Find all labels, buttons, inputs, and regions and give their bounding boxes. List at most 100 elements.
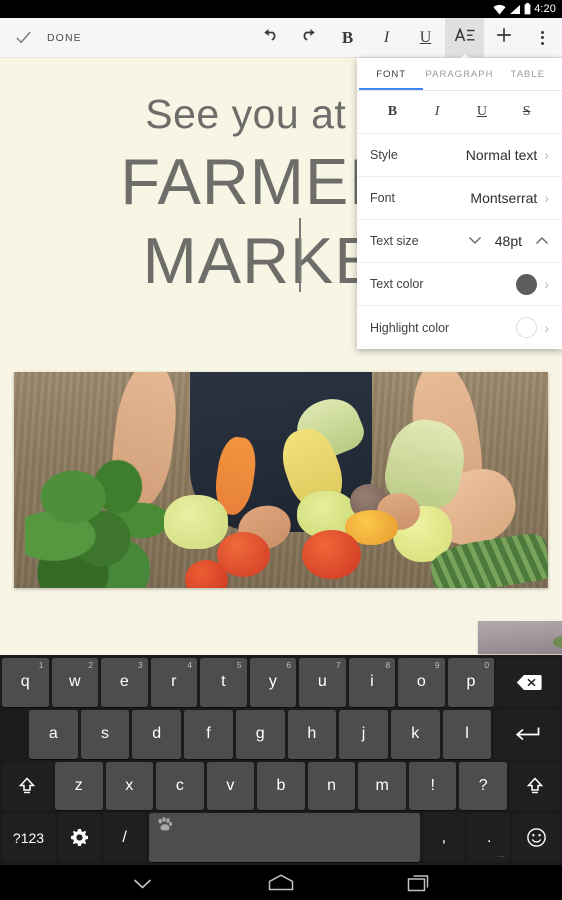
wifi-icon [493, 4, 506, 15]
key-comma[interactable]: , [422, 813, 465, 862]
key-p[interactable]: 0p [447, 658, 495, 707]
key-n[interactable]: n [307, 761, 356, 811]
increase-text-size-button[interactable] [535, 235, 549, 247]
key-y[interactable]: 6y [249, 658, 297, 707]
key-w[interactable]: 2w [51, 658, 99, 707]
key-e[interactable]: 3e [101, 658, 148, 707]
key-period[interactable]: . ... [467, 813, 511, 862]
overflow-menu-button[interactable] [523, 18, 562, 58]
shift-icon [17, 776, 37, 796]
bold-button[interactable]: B [328, 18, 367, 58]
key-g-label: g [255, 725, 265, 743]
key-j[interactable]: j [339, 709, 388, 759]
paw-print-icon [157, 817, 173, 832]
panel-bold-button[interactable]: B [370, 104, 415, 120]
key-period-sublabel: ... [497, 853, 505, 859]
document-photo-thumbnail[interactable] [478, 621, 562, 654]
key-k[interactable]: k [390, 709, 440, 759]
smiley-icon [526, 827, 547, 848]
chevron-right-icon: › [544, 190, 549, 206]
text-color-swatch[interactable] [516, 273, 538, 295]
highlight-color-row[interactable]: Highlight color › [357, 306, 562, 349]
key-i-num: 8 [385, 660, 391, 670]
key-c[interactable]: c [156, 761, 204, 811]
key-backspace[interactable] [497, 658, 560, 707]
key-d[interactable]: d [132, 709, 182, 759]
key-r[interactable]: 4r [150, 658, 198, 707]
key-b-label: b [276, 776, 286, 794]
home-button[interactable] [267, 873, 295, 892]
key-shift-left[interactable] [2, 761, 52, 811]
key-v[interactable]: v [206, 761, 255, 811]
key-question[interactable]: ? [459, 761, 508, 811]
key-h[interactable]: h [287, 709, 337, 759]
key-x[interactable]: x [105, 761, 154, 811]
key-exclamation[interactable]: ! [408, 761, 457, 811]
underline-button[interactable]: U [406, 18, 445, 58]
keyboard-row-2: a s d f g h j k l [2, 709, 561, 759]
key-shift-right[interactable] [510, 761, 560, 811]
text-size-row-label: Text size [370, 234, 419, 248]
redo-icon [299, 25, 319, 50]
panel-italic-button[interactable]: I [415, 104, 460, 120]
style-row[interactable]: Style Normal text › [357, 134, 562, 177]
key-z[interactable]: z [54, 761, 103, 811]
redo-button[interactable] [289, 18, 328, 58]
key-emoji[interactable] [513, 813, 560, 862]
underline-label: U [419, 28, 432, 46]
document-photo[interactable] [14, 372, 548, 588]
font-row-value: Montserrat [470, 190, 538, 206]
insert-button[interactable] [484, 18, 523, 58]
text-color-row[interactable]: Text color › [357, 263, 562, 306]
key-question-label: ? [478, 776, 488, 794]
app-root: 4:20 DONE B I U See you at the FARMERS M… [0, 0, 562, 900]
style-row-value: Normal text [465, 147, 538, 163]
italic-button[interactable]: I [367, 18, 406, 58]
key-symbols[interactable]: ?123 [2, 813, 55, 862]
font-row[interactable]: Font Montserrat › [357, 177, 562, 220]
key-s-label: s [101, 725, 110, 743]
key-h-label: h [307, 725, 317, 743]
text-format-button[interactable] [445, 17, 484, 58]
key-a[interactable]: a [29, 709, 78, 759]
key-g[interactable]: g [235, 709, 285, 759]
status-time: 4:20 [534, 2, 556, 15]
undo-button[interactable] [250, 18, 289, 58]
check-icon [14, 28, 33, 47]
style-buttons-row: B I U S [357, 91, 562, 134]
key-f[interactable]: f [184, 709, 233, 759]
key-m[interactable]: m [358, 761, 406, 811]
key-enter[interactable] [494, 709, 561, 759]
decrease-text-size-button[interactable] [468, 235, 482, 247]
more-vertical-icon [541, 30, 544, 45]
key-m-label: m [375, 776, 389, 794]
key-q[interactable]: 1q [2, 658, 49, 707]
tab-font[interactable]: FONT [357, 58, 425, 90]
key-space[interactable] [148, 813, 420, 862]
highlight-color-row-label: Highlight color [370, 320, 450, 335]
key-e-num: 3 [137, 660, 143, 670]
key-t[interactable]: 5t [200, 658, 247, 707]
recents-button[interactable] [407, 874, 433, 892]
key-u[interactable]: 7u [299, 658, 346, 707]
font-row-label: Font [370, 191, 396, 205]
plus-icon [494, 25, 514, 50]
tab-table[interactable]: TABLE [494, 58, 562, 90]
key-settings[interactable] [57, 813, 101, 862]
key-i[interactable]: 8i [348, 658, 396, 707]
panel-strikethrough-button[interactable]: S [504, 104, 549, 120]
key-o[interactable]: 9o [398, 658, 445, 707]
key-slash[interactable]: / [103, 813, 146, 862]
battery-icon [524, 3, 531, 15]
highlight-color-swatch[interactable] [516, 317, 538, 338]
key-t-label: t [221, 673, 226, 691]
tab-paragraph[interactable]: PARAGRAPH [425, 58, 493, 90]
panel-underline-button[interactable]: U [460, 104, 505, 120]
status-bar: 4:20 [0, 0, 562, 18]
key-l[interactable]: l [442, 709, 492, 759]
key-p-label: p [466, 673, 476, 691]
key-b[interactable]: b [257, 761, 305, 811]
keyboard-back-button[interactable] [130, 875, 155, 891]
done-button[interactable]: DONE [0, 28, 82, 47]
key-s[interactable]: s [80, 709, 130, 759]
